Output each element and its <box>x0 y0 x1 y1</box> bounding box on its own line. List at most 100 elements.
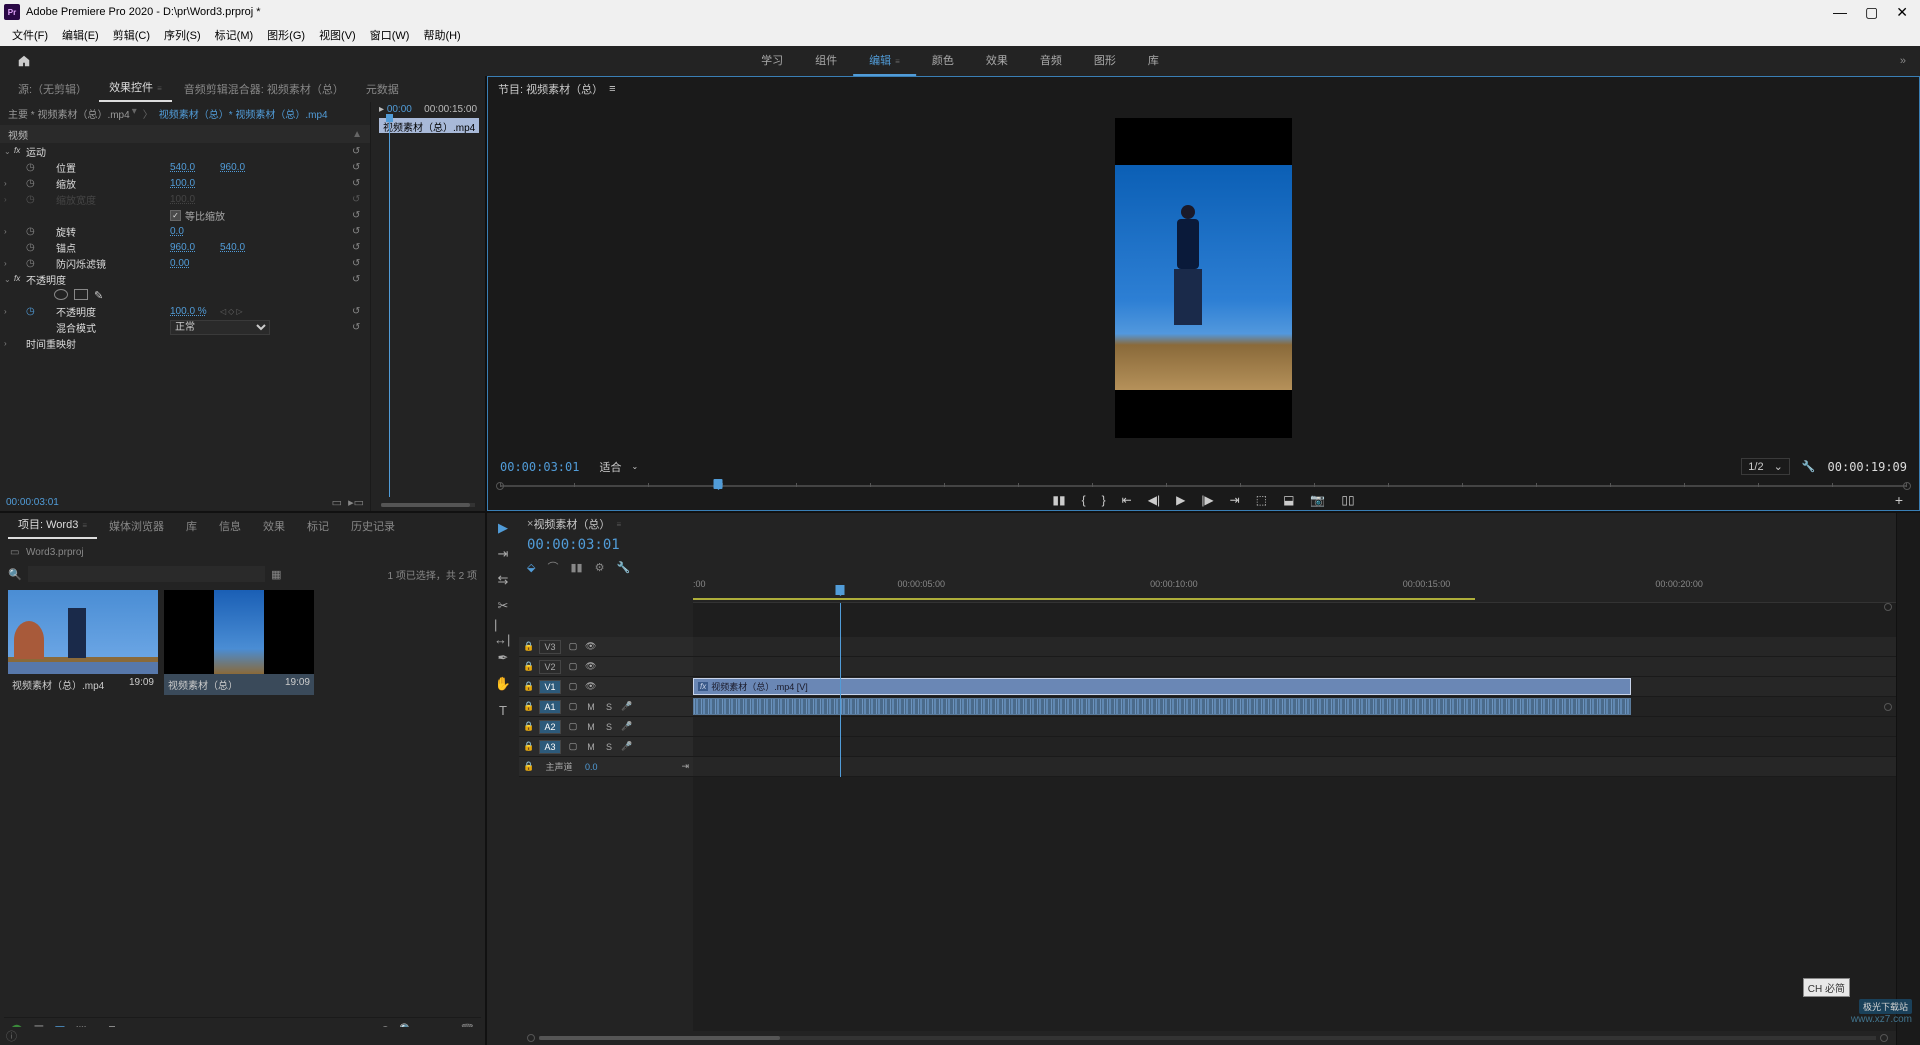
scale-value[interactable]: 100.0 <box>170 178 220 189</box>
mic-icon[interactable]: 🎤 <box>621 721 632 732</box>
step-back-button[interactable]: ◀| <box>1148 493 1160 507</box>
ec-playhead[interactable] <box>389 118 390 497</box>
workspace-color[interactable]: 颜色 <box>916 46 970 76</box>
play-button[interactable]: ▶ <box>1176 493 1185 507</box>
audio-meters[interactable] <box>1896 513 1920 1045</box>
extract-button[interactable]: ⬓ <box>1283 493 1294 507</box>
stopwatch-icon[interactable]: ◷ <box>26 242 40 253</box>
tab-media-browser[interactable]: 媒体浏览器 <box>99 513 174 539</box>
filter-icon[interactable]: ▦ <box>271 568 281 581</box>
compare-button[interactable]: ▯▯ <box>1341 493 1354 507</box>
wrench-icon[interactable]: 🔧 <box>616 561 630 574</box>
track-header-a2[interactable]: 🔒A2▢MS🎤 <box>519 717 693 737</box>
tab-audio-clip-mixer[interactable]: 音频剪辑混合器: 视频素材（总） <box>174 76 354 102</box>
blend-mode-select[interactable]: 正常 <box>170 320 270 335</box>
workspace-libraries[interactable]: 库 <box>1132 46 1175 76</box>
reset-icon[interactable]: ↺ <box>352 162 366 173</box>
home-button[interactable] <box>6 49 42 73</box>
mark-out-button[interactable]: } <box>1102 493 1106 507</box>
timeline-playhead-line[interactable] <box>840 603 841 777</box>
workspace-learn[interactable]: 学习 <box>745 46 799 76</box>
workspace-overflow[interactable]: » <box>1896 51 1910 71</box>
scrubber-start-handle[interactable] <box>496 482 504 490</box>
track-a1[interactable] <box>693 697 1896 717</box>
mic-icon[interactable]: 🎤 <box>621 701 632 712</box>
vscroll-bottom-handle[interactable] <box>1884 703 1892 711</box>
menu-clip[interactable]: 剪辑(C) <box>107 25 156 45</box>
mask-rect-icon[interactable] <box>74 289 88 300</box>
track-header-a1[interactable]: 🔒A1▢MS🎤 <box>519 697 693 717</box>
reset-icon[interactable]: ↺ <box>352 226 366 237</box>
track-header-master[interactable]: 🔒主声道0.0⇥ <box>519 757 693 777</box>
track-v3[interactable] <box>693 637 1896 657</box>
button-editor[interactable]: + <box>1895 492 1903 508</box>
slip-tool[interactable]: |↔| <box>494 623 512 641</box>
stopwatch-icon[interactable]: ◷ <box>26 226 40 237</box>
menu-graphics[interactable]: 图形(G) <box>261 25 311 45</box>
scrubber-end-handle[interactable] <box>1903 482 1911 490</box>
linked-selection-icon[interactable]: ⌒ <box>547 559 558 575</box>
stopwatch-icon[interactable]: ◷ <box>26 258 40 269</box>
selection-tool[interactable]: ▶ <box>494 519 512 537</box>
timeline-settings-icon[interactable]: ⚙ <box>595 561 605 574</box>
tab-effect-controls[interactable]: 效果控件≡ <box>99 76 172 102</box>
maximize-button[interactable]: ▢ <box>1865 4 1878 21</box>
ec-timecode[interactable]: 00:00:03:01 <box>6 497 59 508</box>
timeline-playhead-marker[interactable] <box>835 585 844 595</box>
reset-icon[interactable]: ↺ <box>352 258 366 269</box>
reset-icon[interactable]: ↺ <box>352 210 366 221</box>
ec-clip-link[interactable]: 视频素材（总）* 视频素材（总）.mp4 <box>159 106 328 121</box>
track-v1[interactable]: fx视频素材（总）.mp4 [V] <box>693 677 1896 697</box>
audio-clip[interactable] <box>693 698 1631 715</box>
visibility-icon[interactable]: 👁 <box>585 681 596 692</box>
next-keyframe-icon[interactable]: ▷ <box>236 307 242 316</box>
ec-zoom-icon[interactable]: ▭ <box>332 496 342 509</box>
timeline-timecode[interactable]: 00:00:03:01 <box>527 537 620 553</box>
mask-pen-icon[interactable]: ✎ <box>94 289 103 302</box>
reset-icon[interactable]: ↺ <box>352 242 366 253</box>
expand-icon[interactable]: ⇥ <box>681 761 689 772</box>
anchor-x[interactable]: 960.0 <box>170 242 220 253</box>
workspace-effects[interactable]: 效果 <box>970 46 1024 76</box>
tab-markers[interactable]: 标记 <box>297 513 339 539</box>
step-forward-button[interactable]: |▶ <box>1201 493 1213 507</box>
tab-effects[interactable]: 效果 <box>253 513 295 539</box>
razor-tool[interactable]: ✂ <box>494 597 512 615</box>
vscroll-top-handle[interactable] <box>1884 603 1892 611</box>
timeline-ruler[interactable]: :00 00:00:05:00 00:00:10:00 00:00:15:00 … <box>693 577 1896 603</box>
track-master[interactable] <box>693 757 1896 777</box>
menu-file[interactable]: 文件(F) <box>6 25 54 45</box>
lock-icon[interactable]: 🔒 <box>523 681 533 692</box>
close-button[interactable]: ✕ <box>1896 4 1908 21</box>
antiflicker-value[interactable]: 0.00 <box>170 258 220 269</box>
lock-icon[interactable]: 🔒 <box>523 741 533 752</box>
position-y[interactable]: 960.0 <box>220 162 270 173</box>
track-select-tool[interactable]: ⇥ <box>494 545 512 563</box>
menu-window[interactable]: 窗口(W) <box>364 25 416 45</box>
reset-icon[interactable]: ↺ <box>352 146 366 157</box>
sync-lock-icon[interactable]: ▢ <box>567 721 579 732</box>
track-v2[interactable] <box>693 657 1896 677</box>
track-header-v2[interactable]: 🔒V2▢👁 <box>519 657 693 677</box>
timeline-zoom-scrollbar[interactable] <box>539 1036 780 1040</box>
zoom-out-handle[interactable] <box>527 1034 535 1042</box>
settings-icon[interactable]: 🔧 <box>1802 460 1816 473</box>
ec-scrollbar[interactable] <box>381 503 470 507</box>
sync-lock-icon[interactable]: ▢ <box>567 681 579 692</box>
hand-tool[interactable]: ✋ <box>494 675 512 693</box>
program-timecode-current[interactable]: 00:00:03:01 <box>500 460 579 474</box>
uniform-scale-checkbox[interactable]: ✓ <box>170 210 181 221</box>
type-tool[interactable]: T <box>494 701 512 719</box>
workspace-graphics[interactable]: 图形 <box>1078 46 1132 76</box>
menu-markers[interactable]: 标记(M) <box>209 25 260 45</box>
track-header-v3[interactable]: 🔒V3▢👁 <box>519 637 693 657</box>
menu-help[interactable]: 帮助(H) <box>417 25 466 45</box>
menu-sequence[interactable]: 序列(S) <box>158 25 207 45</box>
ec-time-remap-group[interactable]: ›fx 时间重映射 <box>0 335 370 351</box>
snap-toggle-icon[interactable]: ⬙ <box>527 561 535 574</box>
mic-icon[interactable]: 🎤 <box>621 741 632 752</box>
work-area-bar[interactable] <box>693 598 1475 600</box>
go-to-out-button[interactable]: ⇥ <box>1230 493 1240 507</box>
sync-lock-icon[interactable]: ▢ <box>567 641 579 652</box>
video-clip[interactable]: fx视频素材（总）.mp4 [V] <box>693 678 1631 695</box>
